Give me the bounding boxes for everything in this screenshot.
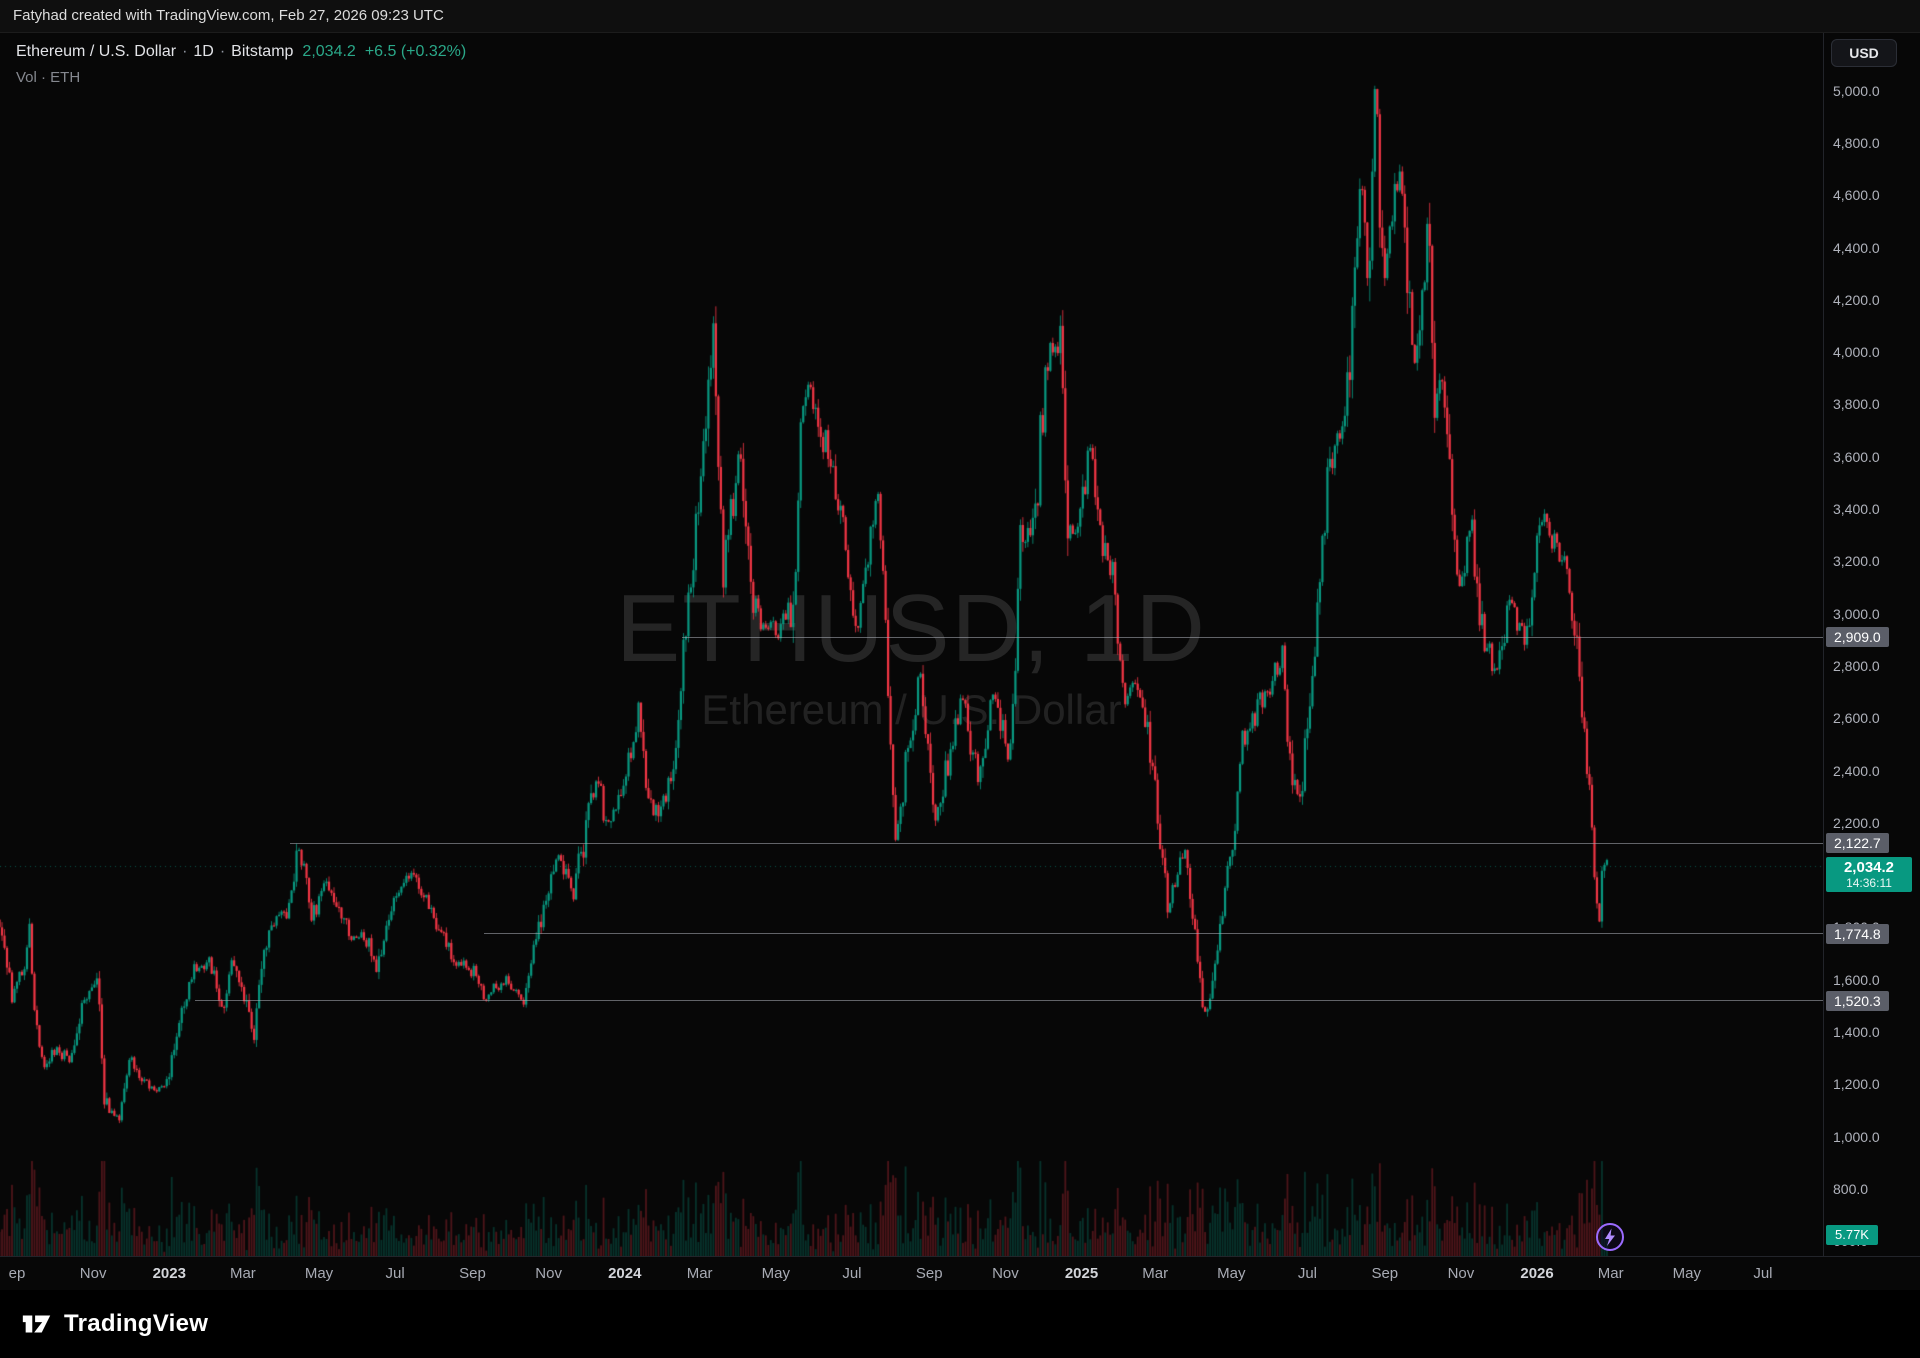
time-axis-tick: Jul <box>386 1265 405 1282</box>
price-axis-tick: 3,400.0 <box>1833 500 1880 518</box>
price-axis-tick: 3,200.0 <box>1833 552 1880 570</box>
time-axis-tick: Jul <box>842 1265 861 1282</box>
price-axis-tick: 800.0 <box>1833 1180 1868 1198</box>
time-axis-tick: Jul <box>1298 1265 1317 1282</box>
price-axis-tick: 3,000.0 <box>1833 605 1880 623</box>
price-axis[interactable]: USD 5,000.0 4,800.0 4,600.0 4,400.0 4,200.0 4… <box>1823 33 1920 1256</box>
volume-indicator-label[interactable]: Vol · ETH <box>16 69 466 86</box>
tradingview-snapshot: { "attribution": "Fatyhad created with T… <box>0 0 1920 1358</box>
legend-change: +6.5 (+0.32%) <box>365 43 466 60</box>
price-axis-tick: 5,000.0 <box>1833 82 1880 100</box>
time-axis-tick: Mar <box>1142 1265 1168 1282</box>
price-axis-tick: 1,000.0 <box>1833 1128 1880 1146</box>
time-axis-tick: ep <box>9 1265 26 1282</box>
chart-region: ETHUSD, 1D Ethereum / U.S. Dollar Ethere… <box>0 33 1920 1256</box>
time-axis-tick: May <box>1217 1265 1245 1282</box>
interval-label[interactable]: 1D <box>193 43 213 60</box>
time-axis-tick: Jul <box>1753 1265 1772 1282</box>
time-axis-tick: Nov <box>1448 1265 1475 1282</box>
price-axis-tick: 2,600.0 <box>1833 709 1880 727</box>
price-axis-tick: 4,200.0 <box>1833 291 1880 309</box>
time-axis-tick: May <box>305 1265 333 1282</box>
candlestick-canvas[interactable] <box>0 33 1823 1256</box>
legend-main-row: Ethereum / U.S. Dollar · 1D · Bitstamp 2,034.… <box>16 43 466 61</box>
time-axis-tick: 2023 <box>153 1265 186 1282</box>
exchange-label: Bitstamp <box>231 43 293 60</box>
currency-toggle-button[interactable]: USD <box>1831 39 1897 67</box>
price-axis-tick: 3,800.0 <box>1833 395 1880 413</box>
price-axis-tick: 2,800.0 <box>1833 657 1880 675</box>
time-axis-tick: May <box>762 1265 790 1282</box>
time-axis[interactable]: ep Nov 2023 Mar May Jul Sep Nov 2024 Mar May Jul Sep… <box>0 1256 1920 1290</box>
tradingview-brand-text: TradingView <box>64 1310 208 1338</box>
price-level-line[interactable] <box>682 637 1823 638</box>
chart-pane[interactable]: ETHUSD, 1D Ethereum / U.S. Dollar Ethere… <box>0 33 1823 1256</box>
time-axis-tick: Nov <box>535 1265 562 1282</box>
legend-last-price: 2,034.2 <box>302 43 355 60</box>
time-axis-tick: Nov <box>992 1265 1019 1282</box>
price-level-line[interactable] <box>290 843 1823 844</box>
last-price-label: 2,034.2 14:36:11 <box>1826 857 1912 892</box>
time-axis-tick: Sep <box>1371 1265 1398 1282</box>
price-level-label: 1,774.8 <box>1826 924 1889 944</box>
attribution-bar: Fatyhad created with TradingView.com, Fe… <box>0 0 1920 33</box>
price-axis-tick: 2,400.0 <box>1833 762 1880 780</box>
price-axis-tick: 4,400.0 <box>1833 239 1880 257</box>
volume-axis-label: 5.77K <box>1826 1225 1878 1245</box>
price-axis-tick: 1,600.0 <box>1833 971 1880 989</box>
chart-legend[interactable]: Ethereum / U.S. Dollar · 1D · Bitstamp 2,034.… <box>16 43 466 86</box>
price-level-label: 2,122.7 <box>1826 833 1889 853</box>
time-axis-tick: Sep <box>916 1265 943 1282</box>
footer-bar: TradingView <box>0 1290 1920 1358</box>
attribution-text: Fatyhad created with TradingView.com, Fe… <box>13 7 444 24</box>
price-axis-tick: 4,800.0 <box>1833 134 1880 152</box>
price-level-line[interactable] <box>195 1000 1823 1001</box>
time-axis-tick: Nov <box>80 1265 107 1282</box>
price-axis-tick: 1,200.0 <box>1833 1075 1880 1093</box>
time-axis-tick: 2025 <box>1065 1265 1098 1282</box>
separator-dot: · <box>220 43 225 60</box>
price-axis-tick: 3,600.0 <box>1833 448 1880 466</box>
price-level-label: 2,909.0 <box>1826 627 1889 647</box>
price-axis-tick: 4,600.0 <box>1833 186 1880 204</box>
time-axis-tick: Mar <box>230 1265 256 1282</box>
price-level-line[interactable] <box>484 933 1823 934</box>
time-axis-tick: Mar <box>687 1265 713 1282</box>
price-level-label: 1,520.3 <box>1826 991 1889 1011</box>
time-axis-tick: Sep <box>459 1265 486 1282</box>
price-axis-tick: 1,400.0 <box>1833 1023 1880 1041</box>
lightning-icon[interactable] <box>1594 1221 1626 1253</box>
time-axis-tick: May <box>1673 1265 1701 1282</box>
symbol-title[interactable]: Ethereum / U.S. Dollar <box>16 43 176 60</box>
price-axis-tick: 4,000.0 <box>1833 343 1880 361</box>
time-axis-tick: 2026 <box>1520 1265 1553 1282</box>
tradingview-logo-icon <box>20 1307 54 1341</box>
last-price-value: 2,034.2 <box>1826 859 1912 876</box>
time-axis-tick: Mar <box>1598 1265 1624 1282</box>
price-axis-tick: 2,200.0 <box>1833 814 1880 832</box>
time-axis-tick: 2024 <box>608 1265 641 1282</box>
separator-dot: · <box>182 43 187 60</box>
bar-countdown: 14:36:11 <box>1826 876 1912 890</box>
